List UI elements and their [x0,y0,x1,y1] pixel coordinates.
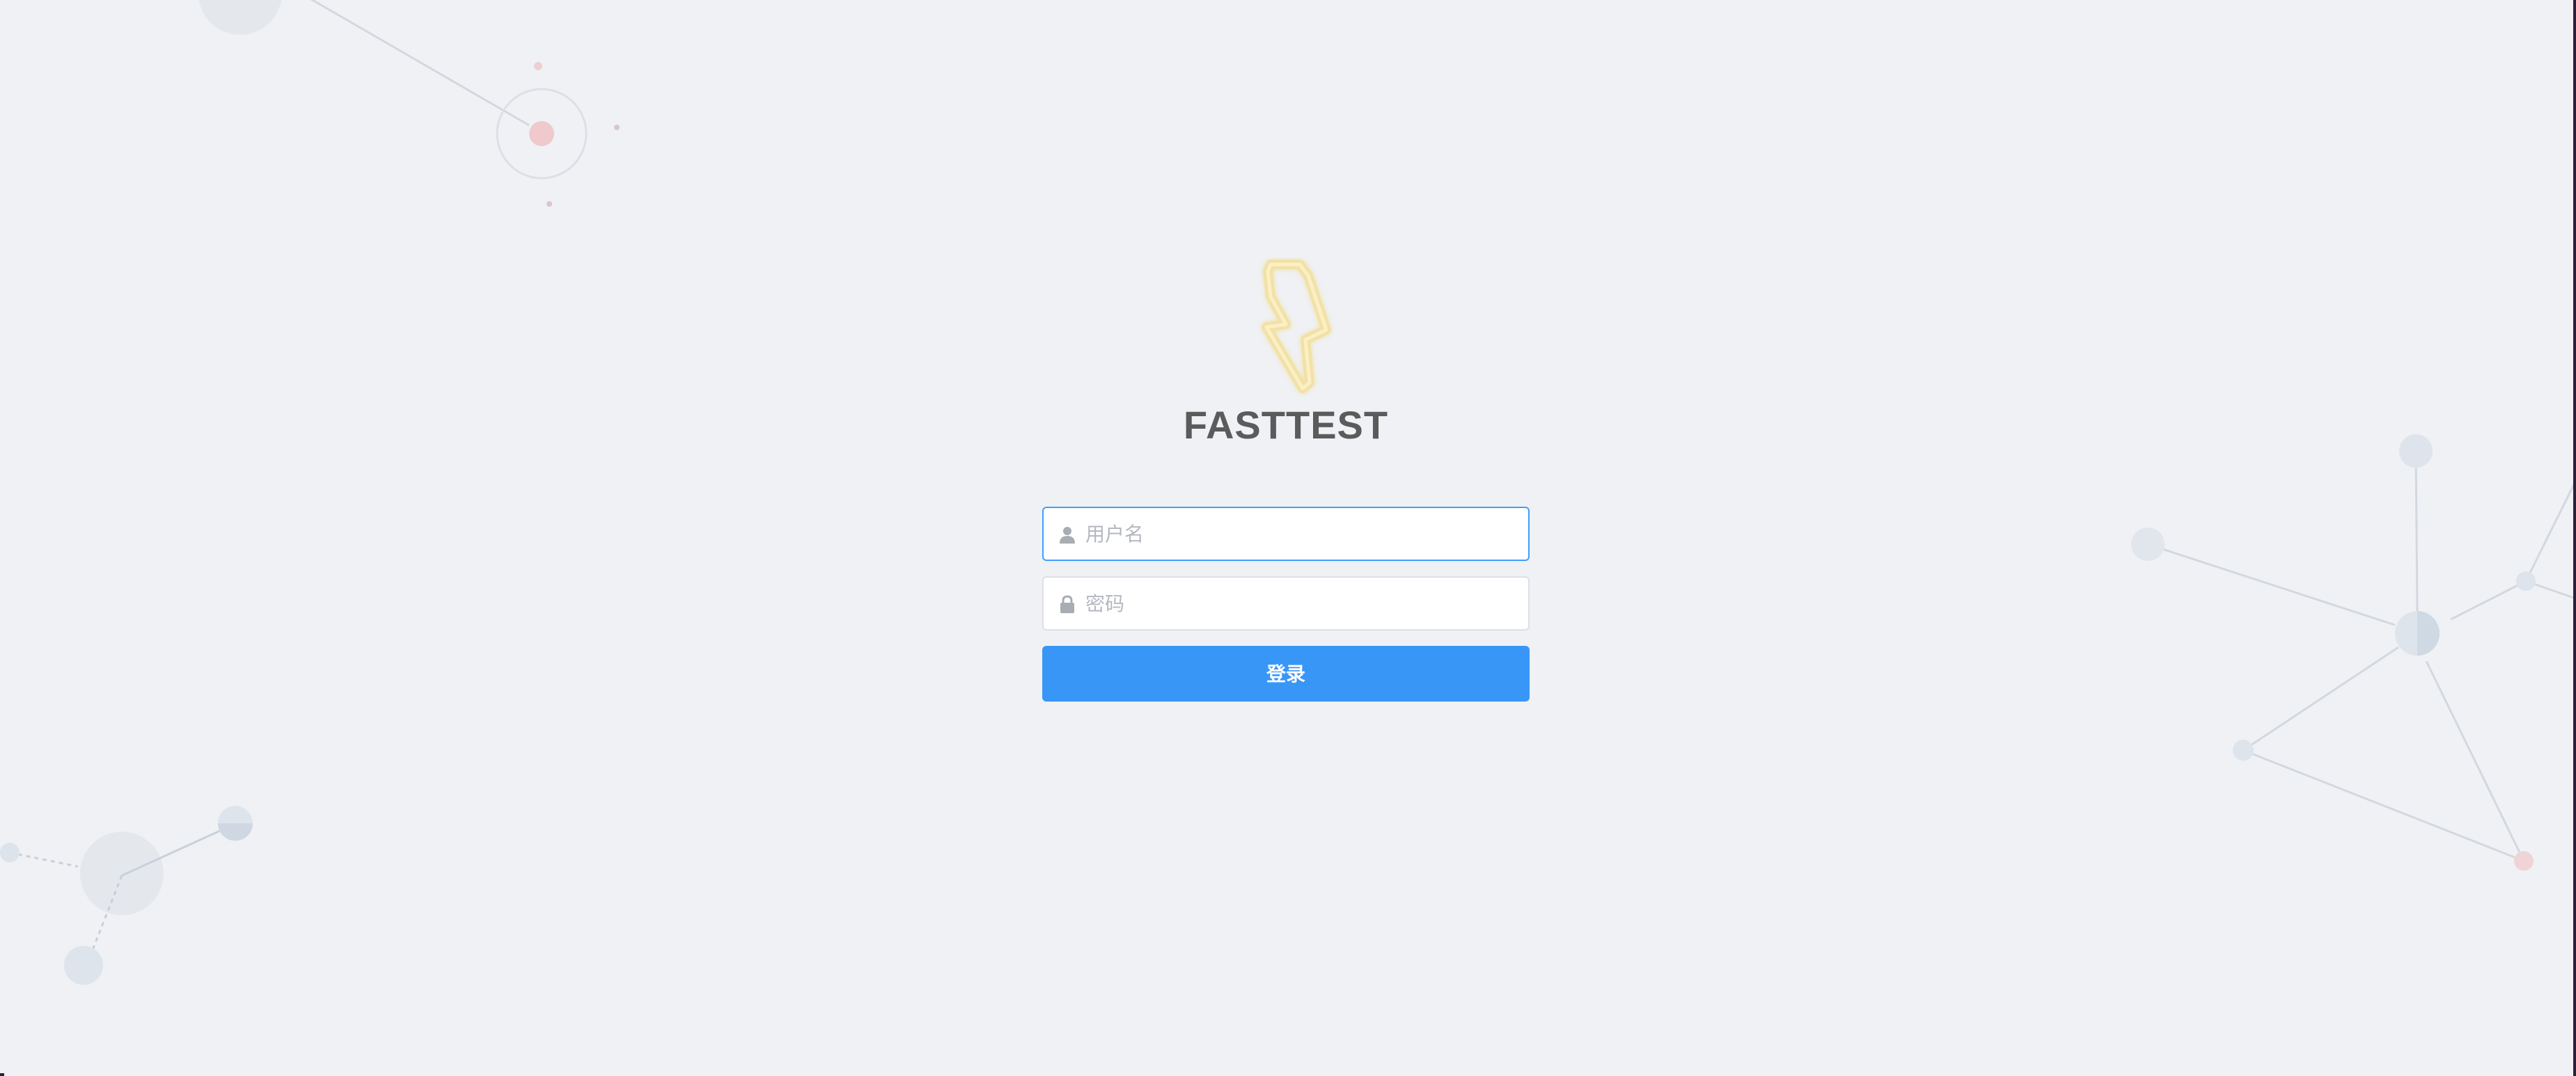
login-page: FASTTEST 登录 [0,0,2576,1076]
window-corner [0,1073,4,1076]
user-icon [1060,527,1075,544]
lightning-bolt-icon [1262,260,1331,393]
username-field[interactable] [1042,507,1530,561]
username-input[interactable] [1085,508,1517,560]
password-field[interactable] [1042,576,1530,631]
window-edge [2573,0,2576,1076]
login-button[interactable]: 登录 [1042,646,1530,702]
app-title: FASTTEST [1183,403,1389,447]
bottom-left-network-decoration [0,806,253,985]
right-network-decoration [2131,434,2576,871]
lock-icon [1060,595,1074,613]
top-left-network-decoration [198,0,620,207]
password-input[interactable] [1085,578,1517,629]
